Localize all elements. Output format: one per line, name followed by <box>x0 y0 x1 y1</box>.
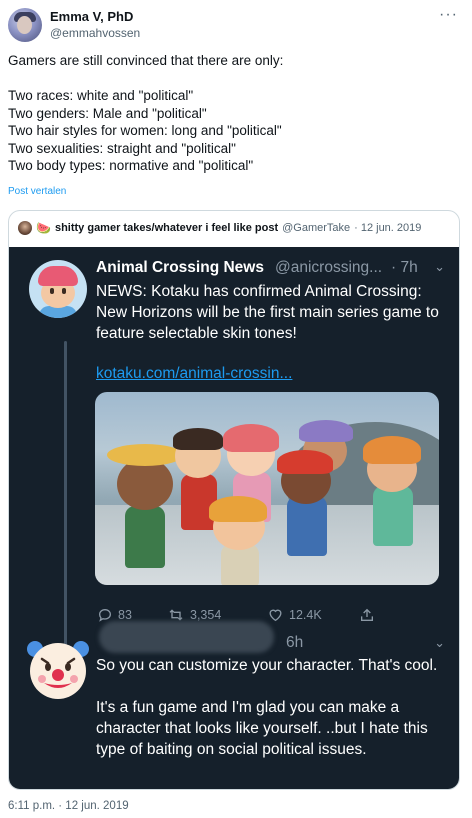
tweet-line: Gamers are still convinced that there ar… <box>8 53 284 68</box>
watermelon-icon: 🍉 <box>36 221 51 235</box>
more-icon[interactable]: ··· <box>439 6 458 24</box>
reply-text: So you can customize your character. Tha… <box>96 655 446 760</box>
villagers-image <box>95 392 439 585</box>
quoted-author-name[interactable]: shitty gamer takes/whatever i feel like … <box>55 222 278 234</box>
like-action: 12.4K <box>267 607 322 623</box>
reply-paragraph: It's a fun game and I'm glad you can mak… <box>96 699 428 758</box>
redacted-username <box>99 621 274 653</box>
tweet-timestamp[interactable]: 6:11 p.m. · 12 jun. 2019 <box>8 800 129 812</box>
quoted-date: · 12 jun. 2019 <box>354 222 422 234</box>
reply-time: 6h <box>286 634 304 651</box>
ac-news-handle: @anicrossing... <box>275 259 383 276</box>
share-icon <box>361 608 373 621</box>
ac-news-name: Animal Crossing News <box>96 259 264 276</box>
quoted-tweet[interactable]: 🍉 shitty gamer takes/whatever i feel lik… <box>8 210 460 790</box>
tweet-line: Two genders: Male and "political" <box>8 105 207 121</box>
author-name[interactable]: Emma V, PhD <box>50 9 133 24</box>
translate-link[interactable]: Post vertalen <box>8 186 66 197</box>
ac-news-time: · 7h <box>391 259 418 276</box>
ac-news-text: NEWS: Kotaku has confirmed Animal Crossi… <box>96 283 439 342</box>
tweet-line: Two sexualities: straight and "political… <box>8 140 236 156</box>
thread-line <box>64 341 67 681</box>
clown-face-icon <box>27 641 89 699</box>
animal-crossing-avatar <box>29 260 87 318</box>
reply-count: 83 <box>118 608 132 622</box>
retweet-count: 3,354 <box>190 608 222 622</box>
reply-paragraph: So you can customize your character. Tha… <box>96 657 438 674</box>
article-link: kotaku.com/animal-crossin... <box>96 365 293 382</box>
tweet-line: Two hair styles for women: long and "pol… <box>8 123 282 138</box>
embedded-screenshot[interactable]: Animal Crossing News @anicrossing... · 7… <box>9 247 459 789</box>
tweet-line: Two races: white and "political" <box>8 88 194 103</box>
tweet-body: Gamers are still convinced that there ar… <box>8 52 458 175</box>
quoted-avatar[interactable] <box>18 221 32 235</box>
avatar-face <box>17 16 32 34</box>
quoted-header: 🍉 shitty gamer takes/whatever i feel lik… <box>9 211 459 245</box>
author-handle[interactable]: @emmahvossen <box>50 26 140 40</box>
chevron-down-icon: ⌄ <box>434 635 445 650</box>
author-avatar[interactable] <box>8 8 42 42</box>
share-action <box>359 607 380 623</box>
like-icon <box>269 609 282 622</box>
tweet-line: Two body types: normative and "political… <box>8 158 254 173</box>
chevron-down-icon: ⌄ <box>434 259 445 274</box>
like-count: 12.4K <box>289 608 322 622</box>
quoted-author-handle[interactable]: @GamerTakes <box>282 222 350 234</box>
